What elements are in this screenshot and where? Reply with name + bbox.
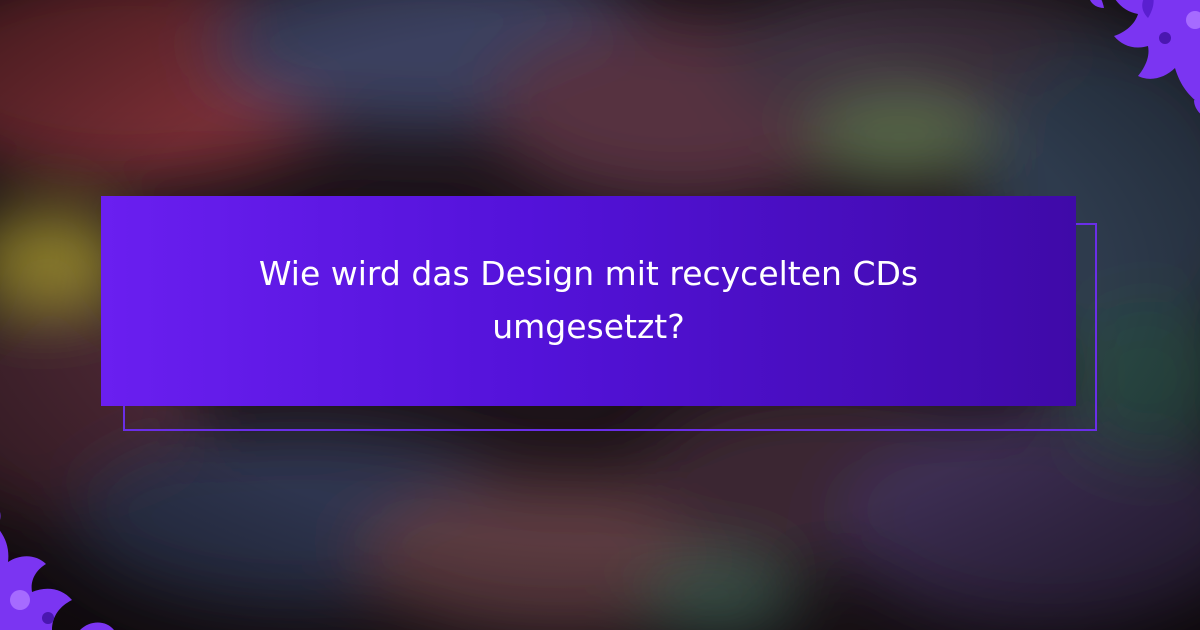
- title-card: Wie wird das Design mit recycelten CDs u…: [101, 196, 1076, 406]
- floral-ornament-icon: [1090, 0, 1200, 114]
- social-share-image: Wie wird das Design mit recycelten CDs u…: [0, 0, 1200, 630]
- floral-ornament-icon: [0, 512, 114, 630]
- page-title: Wie wird das Design mit recycelten CDs u…: [258, 254, 919, 346]
